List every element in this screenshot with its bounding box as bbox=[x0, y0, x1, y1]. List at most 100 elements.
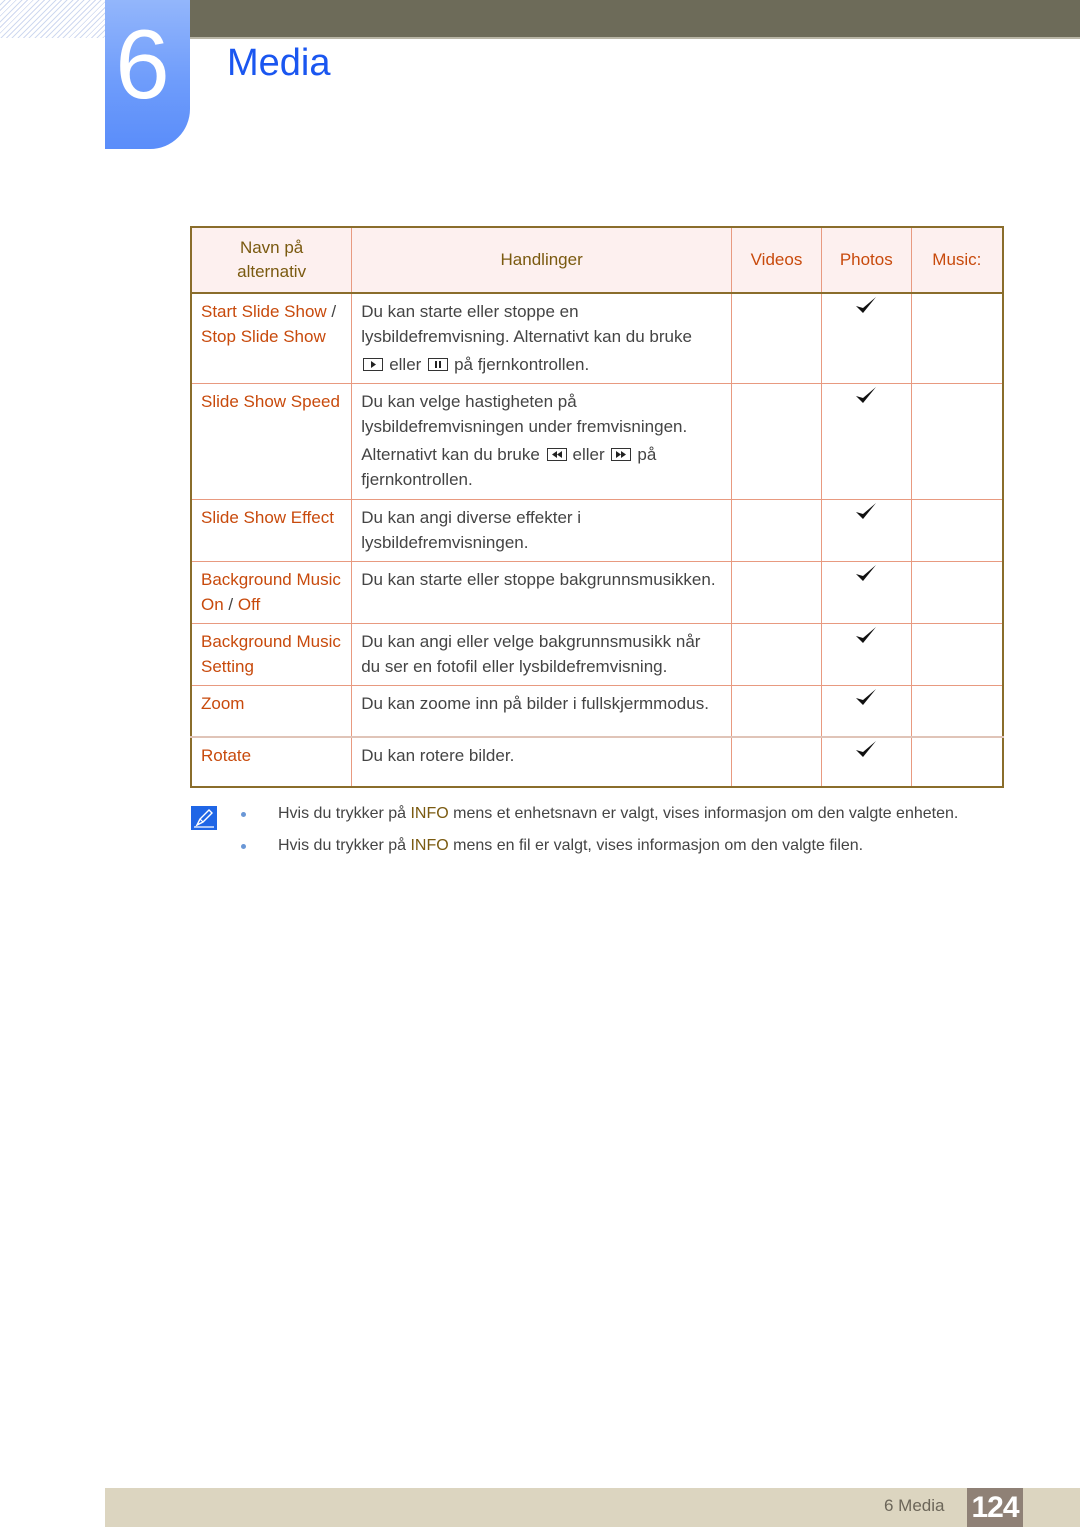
option-name-text: Slide Show Speed bbox=[201, 392, 340, 411]
note-icon bbox=[191, 806, 217, 830]
videos-support-cell bbox=[731, 685, 822, 737]
description-line: Du kan velge hastigheten på bbox=[361, 392, 577, 411]
options-table: Navn på alternativ Handlinger Videos Pho… bbox=[190, 226, 1004, 788]
photos-support-cell bbox=[820, 736, 912, 787]
checkmark-icon bbox=[855, 565, 877, 587]
videos-support-cell bbox=[731, 736, 822, 787]
note-text-end: mens et enhetsnavn er valgt, vises infor… bbox=[448, 805, 959, 822]
page-number: 124 bbox=[967, 1488, 1023, 1527]
option-description: Du kan zoome inn på bilder i fullskjermm… bbox=[351, 685, 733, 737]
header-hatch-decoration bbox=[0, 0, 105, 38]
description-text: eller bbox=[389, 355, 422, 374]
note-info-key: INFO bbox=[410, 837, 449, 854]
header-bar-divider bbox=[190, 37, 1080, 39]
description-text: Alternativt kan du bruke bbox=[361, 445, 540, 464]
description-text: Du kan angi diverse effekter i lysbildef… bbox=[361, 508, 582, 552]
option-name: Background Music Setting bbox=[190, 623, 353, 686]
fast-forward-button-icon bbox=[611, 448, 632, 461]
photos-support-cell bbox=[820, 561, 912, 624]
music-support-cell bbox=[910, 685, 1004, 737]
header-option-name-line1: Navn på bbox=[239, 238, 304, 257]
music-support-cell bbox=[910, 499, 1004, 562]
chapter-number: 6 bbox=[115, 9, 170, 119]
photos-support-cell bbox=[820, 383, 912, 500]
videos-support-cell bbox=[731, 292, 822, 384]
bullet-icon bbox=[241, 812, 246, 817]
option-description: Du kan angi diverse effekter i lysbildef… bbox=[351, 499, 733, 562]
music-support-cell bbox=[910, 623, 1004, 686]
note-info-key: INFO bbox=[410, 805, 449, 822]
music-support-cell bbox=[910, 383, 1004, 500]
option-name-text: Start Slide Show bbox=[201, 302, 327, 321]
note-text-start: Hvis du trykker på bbox=[278, 837, 411, 854]
checkmark-icon bbox=[855, 740, 877, 763]
description-text: eller bbox=[572, 445, 605, 464]
option-name: Slide Show Effect bbox=[190, 499, 353, 562]
note-text-end: mens en fil er valgt, vises informasjon … bbox=[448, 837, 864, 854]
option-name: Rotate bbox=[190, 736, 353, 787]
photos-support-cell bbox=[820, 499, 912, 562]
description-line: Du kan starte eller stoppe en bbox=[361, 302, 579, 321]
description-text: på fjernkontrollen. bbox=[454, 355, 590, 374]
checkmark-icon bbox=[855, 503, 877, 525]
table-row: Background Music On / Off Du kan starte e… bbox=[190, 561, 1004, 624]
chapter-title: Media bbox=[227, 42, 331, 84]
description-text: Du kan zoome inn på bilder i fullskjermm… bbox=[361, 694, 709, 713]
pause-button-icon bbox=[428, 358, 449, 371]
option-name: Background Music On / Off bbox=[190, 561, 353, 624]
bullet-icon bbox=[241, 844, 246, 849]
videos-support-cell bbox=[731, 561, 822, 624]
table-row: Rotate Du kan rotere bilder. bbox=[190, 736, 1004, 787]
header-bar bbox=[190, 0, 1080, 37]
description-line: fjernkontrollen. bbox=[361, 470, 473, 489]
option-name-text: Background Music On bbox=[201, 570, 341, 614]
description-line: lysbildefremvisningen under fremvisninge… bbox=[361, 417, 688, 436]
option-name-text: Off bbox=[237, 595, 261, 614]
table-row: Background Music Setting Du kan angi elle… bbox=[190, 623, 1004, 686]
photos-support-cell bbox=[820, 292, 912, 384]
footer-section-label: 6 Media bbox=[884, 1496, 945, 1515]
option-name: Zoom bbox=[190, 685, 353, 737]
option-name-separator: / bbox=[223, 595, 238, 614]
videos-support-cell bbox=[731, 383, 822, 500]
option-name: Slide Show Speed bbox=[190, 383, 353, 500]
table-row: Zoom Du kan zoome inn på bilder i fullskj… bbox=[190, 685, 1004, 737]
table-row: Slide Show Speed Du kan velge hastigheten… bbox=[190, 383, 1004, 500]
photos-support-cell bbox=[820, 623, 912, 686]
option-name-text: Zoom bbox=[201, 694, 245, 713]
option-description: Du kan starte eller stoppe bakgrunnsmusi… bbox=[351, 561, 733, 624]
option-name-text: Rotate bbox=[201, 745, 252, 765]
description-line-with-keys: Alternativt kan du bruke eller på bbox=[361, 442, 723, 467]
option-name-text: Stop Slide Show bbox=[201, 327, 326, 346]
description-line: lysbildefremvisning. Alternativt kan du … bbox=[361, 327, 692, 346]
option-description: Du kan velge hastigheten på lysbildefremv… bbox=[351, 383, 733, 500]
option-name-text: Background Music Setting bbox=[201, 632, 341, 676]
description-text: Du kan angi eller velge bakgrunnsmusikk … bbox=[361, 632, 701, 676]
table-row: Start Slide Show / Stop Slide Show Du kan… bbox=[190, 292, 1004, 384]
header-actions: Handlinger bbox=[351, 226, 733, 294]
note-text: Hvis du trykker på INFO mens en fil er v… bbox=[278, 834, 863, 858]
option-name: Start Slide Show / Stop Slide Show bbox=[190, 292, 353, 384]
header-option-name: Navn på alternativ bbox=[190, 226, 353, 294]
header-photos: Photos bbox=[820, 226, 912, 294]
videos-support-cell bbox=[731, 499, 822, 562]
option-name-separator: / bbox=[326, 302, 337, 321]
checkmark-icon bbox=[855, 627, 877, 649]
option-description: Du kan angi eller velge bakgrunnsmusikk … bbox=[351, 623, 733, 686]
option-name-text: Slide Show Effect bbox=[201, 508, 334, 527]
table-row: Slide Show Effect Du kan angi diverse eff… bbox=[190, 499, 1004, 562]
header-option-name-line2: alternativ bbox=[237, 262, 307, 281]
rewind-button-icon bbox=[546, 448, 567, 461]
option-description: Du kan starte eller stoppe en lysbildefre… bbox=[351, 292, 733, 384]
checkmark-icon bbox=[855, 689, 877, 711]
photos-support-cell bbox=[820, 685, 912, 737]
music-support-cell bbox=[910, 736, 1004, 787]
table-header-row: Navn på alternativ Handlinger Videos Pho… bbox=[190, 226, 1004, 294]
description-text: Du kan starte eller stoppe bakgrunnsmusi… bbox=[361, 570, 716, 589]
note-text: Hvis du trykker på INFO mens et enhetsna… bbox=[278, 802, 958, 826]
music-support-cell bbox=[910, 292, 1004, 384]
videos-support-cell bbox=[731, 623, 822, 686]
description-line-with-keys: eller på fjernkontrollen. bbox=[361, 352, 723, 377]
description-text: på bbox=[637, 445, 657, 464]
header-videos: Videos bbox=[731, 226, 822, 294]
